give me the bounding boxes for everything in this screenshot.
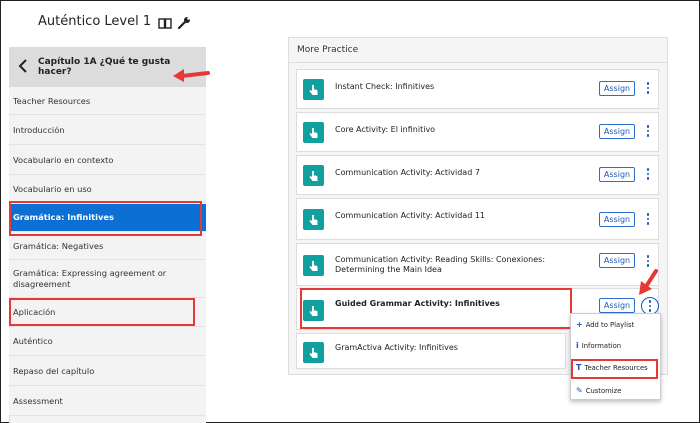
panel-title: More Practice	[297, 45, 359, 55]
plus-icon: +	[576, 320, 583, 329]
more-options-icon[interactable]	[643, 80, 653, 96]
hand-pointer-icon	[303, 342, 324, 363]
arrow-icon	[173, 69, 210, 82]
menu-item-customize[interactable]: ✎ Customize	[576, 386, 621, 395]
more-options-icon[interactable]	[643, 123, 653, 139]
back-chevron-icon[interactable]	[18, 59, 28, 73]
list-item[interactable]: Instant Check: Infinitives Assign	[296, 69, 659, 109]
sidebar-item-gramatica-negatives[interactable]: Gramática: Negatives	[9, 233, 206, 260]
activity-title[interactable]: Core Activity: El infinitivo	[335, 125, 435, 135]
sidebar-item-autentico[interactable]: Auténtico	[9, 328, 206, 356]
assign-button[interactable]: Assign	[599, 167, 635, 182]
assign-button[interactable]: Assign	[599, 298, 635, 313]
menu-item-information[interactable]: i Information	[576, 341, 621, 350]
hand-pointer-icon	[303, 165, 324, 186]
menu-item-label: Information	[581, 341, 622, 350]
activity-title[interactable]: GramActiva Activity: Infinitives	[335, 343, 458, 353]
sidebar-header: Auténtico Level 1	[1, 1, 205, 45]
activity-title[interactable]: Communication Activity: Actividad 11	[335, 211, 485, 221]
list-item[interactable]: GramActiva Activity: Infinitives	[296, 333, 566, 369]
list-item[interactable]: Communication Activity: Actividad 7 Assi…	[296, 155, 659, 195]
wrench-icon[interactable]	[177, 16, 191, 30]
more-options-icon[interactable]	[643, 211, 653, 227]
edit-icon: ✎	[576, 386, 583, 395]
menu-item-add-to-playlist[interactable]: + Add to Playlist	[576, 320, 634, 329]
course-title: Auténtico Level 1	[38, 14, 152, 29]
options-menu: + Add to Playlist i Information T Teache…	[570, 313, 661, 400]
sidebar-item-vocabulario-contexto[interactable]: Vocabulario en contexto	[9, 146, 206, 175]
highlight-box	[300, 288, 572, 329]
highlight-box	[9, 201, 202, 236]
list-item[interactable]: Core Activity: El infinitivo Assign	[296, 112, 659, 152]
assign-button[interactable]: Assign	[599, 253, 635, 268]
activity-title[interactable]: Instant Check: Infinitives	[335, 82, 434, 92]
highlight-box	[571, 359, 658, 379]
activity-title[interactable]: Communication Activity: Actividad 7	[335, 168, 480, 178]
book-icon[interactable]	[158, 18, 172, 29]
more-options-icon[interactable]	[643, 166, 653, 182]
divider	[289, 62, 667, 63]
highlight-box	[9, 298, 195, 326]
sidebar-item-teacher-resources[interactable]: Teacher Resources	[9, 88, 206, 115]
chapter-title: Capítulo 1A ¿Qué te gusta hacer?	[38, 57, 171, 77]
menu-item-label: Customize	[585, 386, 622, 395]
assign-button[interactable]: Assign	[599, 212, 635, 227]
arrow-icon	[639, 269, 658, 295]
sidebar-item-introduccion[interactable]: Introducción	[9, 116, 206, 145]
hand-pointer-icon	[303, 79, 324, 100]
sidebar-item-vocabulario-uso[interactable]: Vocabulario en uso	[9, 176, 206, 203]
more-options-icon[interactable]	[643, 253, 653, 269]
sidebar-item-gramatica-agreement[interactable]: Gramática: Expressing agreement or disag…	[9, 261, 206, 298]
hand-pointer-icon	[303, 122, 324, 143]
sidebar-item-assessment[interactable]: Assessment	[9, 387, 206, 416]
assign-button[interactable]: Assign	[599, 81, 635, 96]
info-icon: i	[576, 341, 579, 350]
hand-pointer-icon	[303, 255, 324, 276]
activity-title[interactable]: Communication Activity: Reading Skills: …	[335, 255, 593, 275]
list-item[interactable]: Communication Activity: Reading Skills: …	[296, 243, 659, 286]
hand-pointer-icon	[303, 209, 324, 230]
assign-button[interactable]: Assign	[599, 124, 635, 139]
sidebar-item-repaso[interactable]: Repaso del capítulo	[9, 357, 206, 386]
list-item[interactable]: Communication Activity: Actividad 11 Ass…	[296, 198, 659, 240]
menu-item-label: Add to Playlist	[585, 320, 635, 329]
